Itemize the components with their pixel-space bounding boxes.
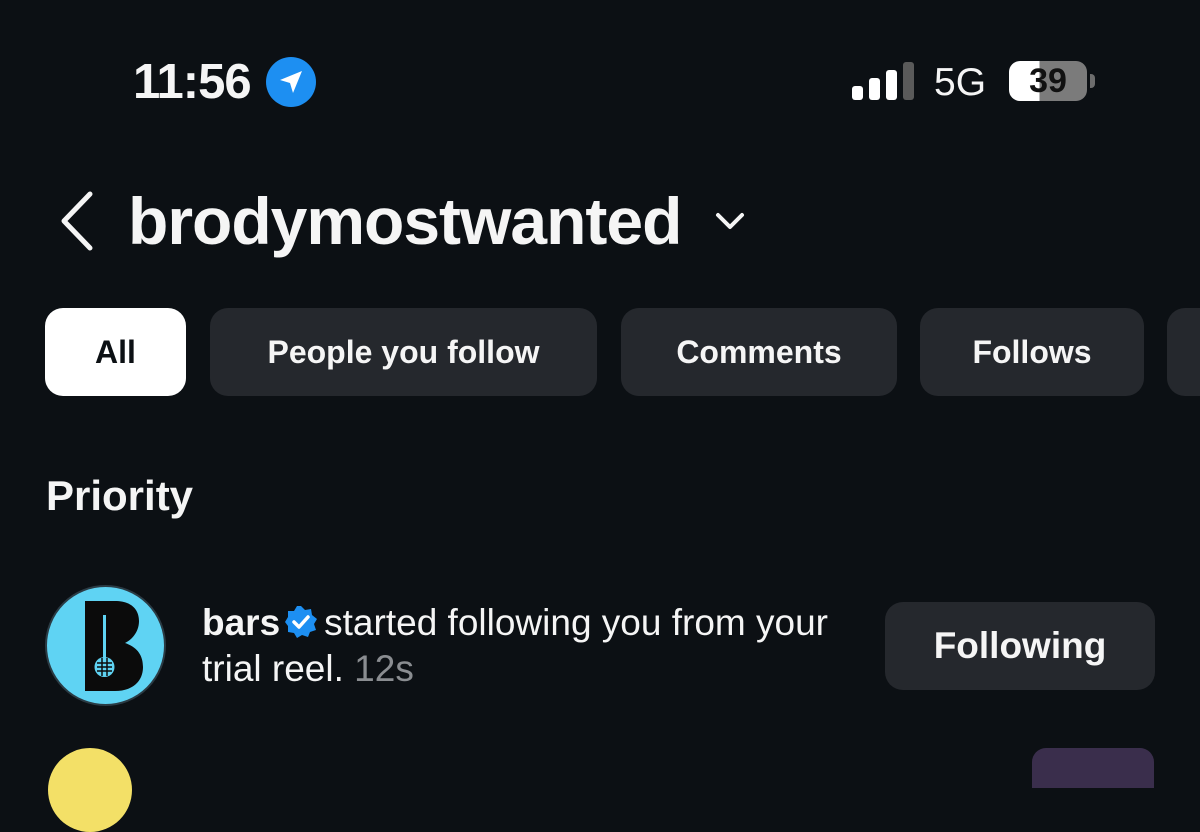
location-arrow-icon: [266, 57, 316, 107]
bars-logo-icon: [85, 601, 143, 691]
filter-chip-follows[interactable]: Follows: [920, 308, 1144, 396]
verified-badge-icon: [285, 606, 318, 638]
filter-chip-comments[interactable]: Comments: [621, 308, 897, 396]
back-button[interactable]: [58, 190, 98, 257]
battery-cap: [1090, 74, 1095, 88]
notification-text: bars started following you from your tri…: [202, 600, 842, 692]
next-notification-thumbnail[interactable]: [1032, 748, 1154, 788]
avatar[interactable]: [45, 585, 166, 706]
notification-time: 12s: [354, 648, 414, 689]
chevron-left-icon: [61, 191, 93, 251]
next-notification-avatar[interactable]: [48, 748, 132, 832]
filter-chip-all[interactable]: All: [45, 308, 186, 396]
following-button[interactable]: Following: [885, 602, 1155, 690]
section-title-priority: Priority: [46, 472, 194, 519]
cellular-signal-icon: [852, 62, 914, 100]
status-time: 11:56: [133, 55, 252, 109]
filter-chip-next[interactable]: [1167, 308, 1200, 396]
battery-icon: 39: [1009, 61, 1087, 101]
account-username[interactable]: brodymostwanted: [128, 186, 682, 256]
network-type: 5G: [934, 61, 987, 104]
account-switch-button[interactable]: [714, 210, 746, 237]
filter-chip-people-you-follow[interactable]: People you follow: [210, 308, 597, 396]
battery-level: 39: [1029, 62, 1067, 100]
notification-username[interactable]: bars: [202, 602, 280, 643]
chevron-down-icon: [716, 213, 744, 229]
